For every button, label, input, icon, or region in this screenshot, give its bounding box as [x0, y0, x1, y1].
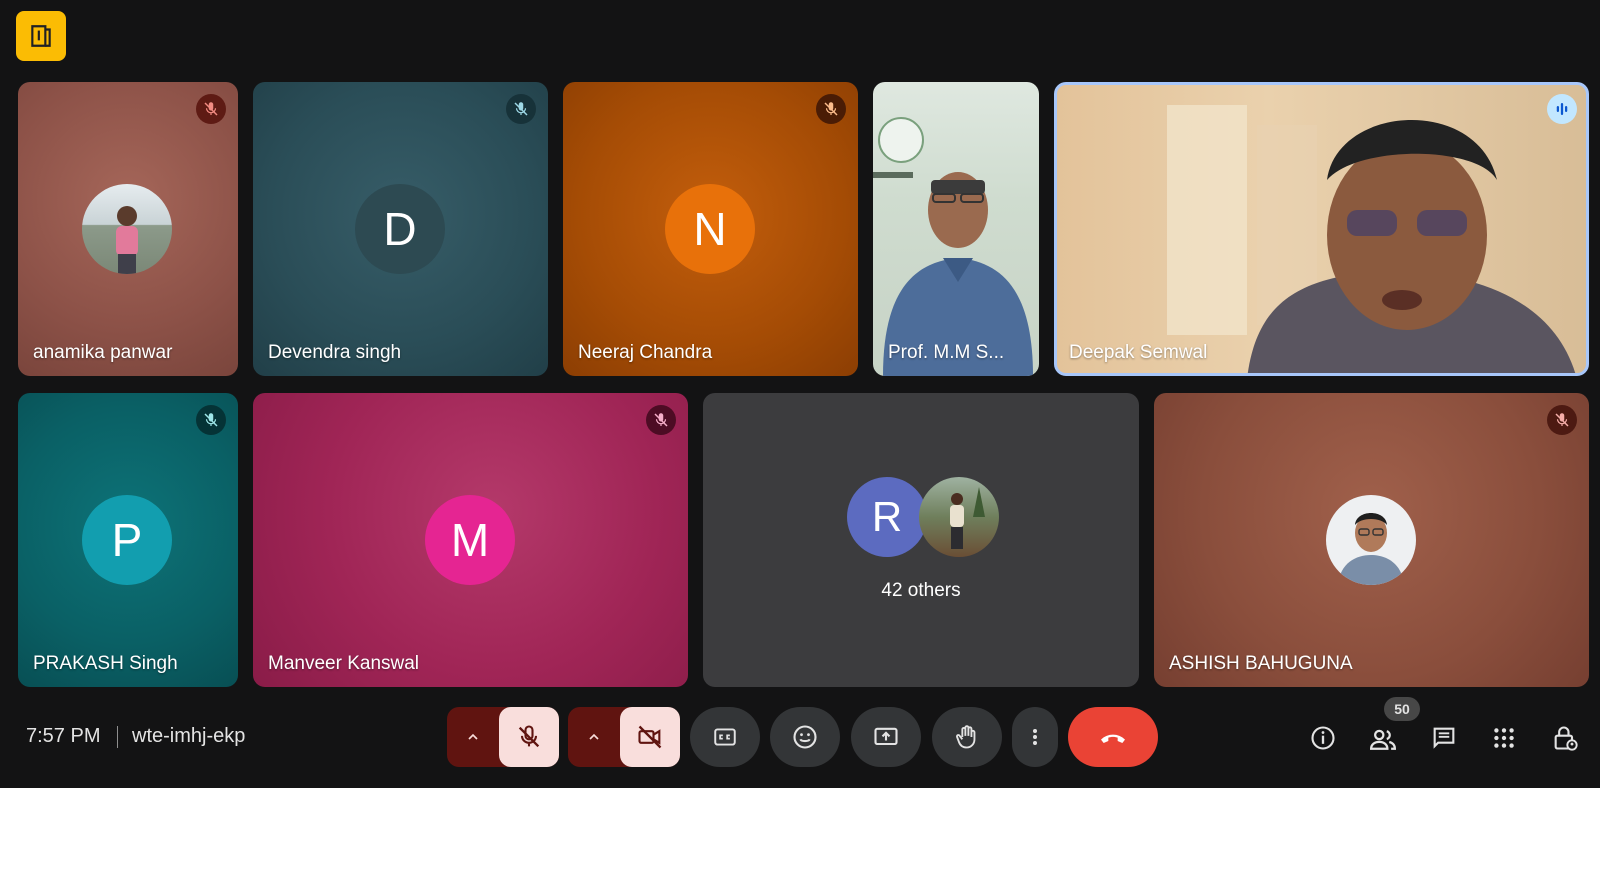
tile-manveer-kanswal[interactable]: M Manveer Kanswal	[253, 393, 688, 687]
chevron-up-icon	[468, 733, 478, 740]
video-feed	[1167, 105, 1576, 373]
info-icon	[1311, 726, 1335, 750]
video-feed	[873, 117, 1033, 376]
avatar-photo	[1326, 495, 1416, 585]
avatar-initial: D	[355, 184, 445, 274]
speaking-icon	[1556, 103, 1568, 115]
raise-hand-button[interactable]	[932, 707, 1002, 767]
mic-off-icon	[824, 102, 838, 116]
meeting-time: 7:57 PM	[26, 725, 101, 747]
participant-name: anamika panwar	[33, 342, 173, 363]
captions-button[interactable]	[690, 707, 760, 767]
muted-indicator	[196, 405, 226, 435]
video-options-button[interactable]	[568, 707, 620, 767]
audio-options-button[interactable]	[447, 707, 499, 767]
exit-door-icon	[31, 25, 51, 47]
meeting-details-button[interactable]	[1303, 718, 1343, 758]
leave-room-button[interactable]	[16, 11, 66, 61]
avatar-letter: R	[871, 493, 903, 540]
avatar-letter: D	[383, 203, 417, 255]
mic-off-icon	[1555, 413, 1569, 427]
muted-indicator	[196, 94, 226, 124]
host-controls-button[interactable]	[1545, 718, 1585, 758]
camera-control-group	[568, 707, 680, 767]
tile-prof-mm[interactable]: Prof. M.M S...	[873, 82, 1039, 376]
people-button[interactable]	[1363, 720, 1403, 760]
meet-window: anamika panwar D Devendra singh N Neeraj…	[0, 0, 1600, 788]
participant-name: Deepak Semwal	[1069, 342, 1208, 363]
hand-icon	[956, 725, 976, 749]
tile-others[interactable]: R 42 others	[703, 393, 1139, 687]
activities-button[interactable]	[1484, 718, 1524, 758]
avatar-photo	[919, 477, 999, 557]
more-options-button[interactable]	[1012, 707, 1058, 767]
captions-icon	[714, 728, 736, 746]
avatar-initial: P	[82, 495, 172, 585]
toggle-mic-button[interactable]	[499, 707, 559, 767]
tile-anamika-panwar[interactable]: anamika panwar	[18, 82, 238, 376]
mic-off-icon	[514, 102, 528, 116]
more-vert-icon	[1033, 729, 1037, 745]
tile-neeraj-chandra[interactable]: N Neeraj Chandra	[563, 82, 858, 376]
avatar-initial: R	[847, 477, 927, 557]
avatar-photo	[82, 184, 172, 274]
muted-indicator	[1547, 405, 1577, 435]
chevron-up-icon	[589, 733, 599, 740]
mic-control-group	[447, 707, 559, 767]
meeting-code: wte-imhj-ekp	[132, 725, 246, 747]
mic-off-icon	[204, 413, 218, 427]
mic-off-icon	[654, 413, 668, 427]
participant-name: Devendra singh	[268, 342, 402, 363]
tile-ashish-bahuguna[interactable]: ASHISH BAHUGUNA	[1154, 393, 1589, 687]
toggle-camera-button[interactable]	[620, 707, 680, 767]
call-end-icon	[1101, 734, 1125, 743]
mic-off-icon	[204, 102, 218, 116]
muted-indicator	[646, 405, 676, 435]
emoji-icon	[793, 725, 817, 749]
participant-name: ASHISH BAHUGUNA	[1169, 653, 1353, 674]
avatar-initial: M	[425, 495, 515, 585]
reactions-button[interactable]	[770, 707, 840, 767]
speaking-indicator	[1547, 94, 1577, 124]
leave-call-button[interactable]	[1068, 707, 1158, 767]
participant-name: Prof. M.M S...	[888, 342, 1005, 363]
avatar-initial: N	[665, 184, 755, 274]
people-icon	[1369, 729, 1397, 750]
avatar-letter: P	[111, 514, 143, 566]
participant-name: PRAKASH Singh	[33, 653, 178, 674]
muted-indicator	[506, 94, 536, 124]
tile-devendra-singh[interactable]: D Devendra singh	[253, 82, 548, 376]
chat-button[interactable]	[1424, 718, 1464, 758]
host-controls-icon	[1554, 726, 1578, 751]
participant-name: Manveer Kanswal	[268, 653, 420, 674]
toolbar-divider	[117, 726, 118, 748]
participant-name: Neeraj Chandra	[578, 342, 713, 363]
avatar-letter: M	[450, 514, 490, 566]
present-now-button[interactable]	[851, 707, 921, 767]
mic-off-icon	[518, 725, 540, 748]
participant-count-badge: 50	[1384, 697, 1420, 721]
chat-icon	[1433, 727, 1455, 749]
others-count-label: 42 others	[881, 580, 961, 601]
avatar-letter: N	[693, 203, 727, 255]
videocam-off-icon	[638, 725, 662, 749]
tile-deepak-semwal[interactable]: Deepak Semwal	[1054, 82, 1589, 376]
apps-icon	[1494, 728, 1514, 748]
present-icon	[874, 727, 898, 746]
muted-indicator	[816, 94, 846, 124]
tile-prakash-singh[interactable]: P PRAKASH Singh	[18, 393, 238, 687]
